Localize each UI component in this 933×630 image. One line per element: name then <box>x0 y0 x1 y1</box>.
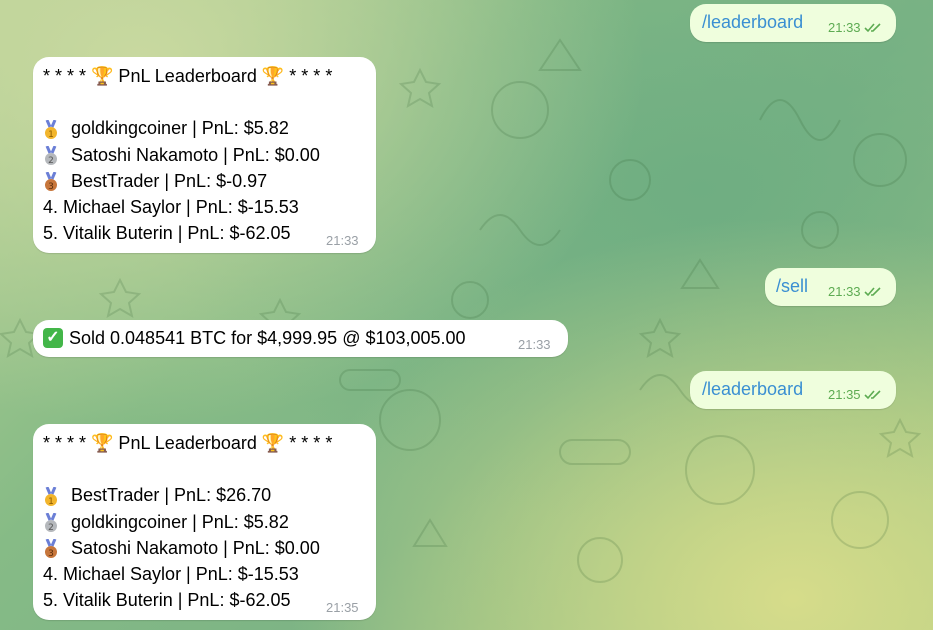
check-mark-icon: ✓ <box>43 328 63 349</box>
command-link[interactable]: /leaderboard <box>702 12 803 33</box>
gold-medal-icon: 1 <box>43 115 63 141</box>
leaderboard-row: 3 Satoshi Nakamoto | PnL: $0.00 <box>43 535 332 561</box>
outgoing-message-leaderboard-command[interactable]: /leaderboard 21:35 <box>690 371 896 409</box>
outgoing-message-leaderboard-command[interactable]: /leaderboard 21:33 <box>690 4 896 42</box>
incoming-message-sold[interactable]: ✓ Sold 0.048541 BTC for $4,999.95 @ $103,… <box>33 320 568 357</box>
message-timestamp: 21:33 <box>518 337 551 352</box>
leaderboard-row: 2 Satoshi Nakamoto | PnL: $0.00 <box>43 142 332 168</box>
leaderboard-row: 4. Michael Saylor | PnL: $-15.53 <box>43 564 299 585</box>
command-link[interactable]: /leaderboard <box>702 379 803 400</box>
read-checkmarks-icon <box>863 388 882 403</box>
command-link[interactable]: /sell <box>776 276 808 297</box>
sold-line: ✓ Sold 0.048541 BTC for $4,999.95 @ $103,… <box>43 325 466 351</box>
silver-medal-icon: 2 <box>43 142 63 168</box>
leaderboard-row: 1 BestTrader | PnL: $26.70 <box>43 482 332 508</box>
leaderboard-row: 3 BestTrader | PnL: $-0.97 <box>43 168 332 194</box>
read-checkmarks-icon <box>863 285 882 300</box>
message-timestamp: 21:33 <box>326 233 359 248</box>
incoming-message-leaderboard[interactable]: * * * * 🏆 PnL Leaderboard 🏆 * * * * 1 Bes… <box>33 424 376 620</box>
svg-text:1: 1 <box>48 497 54 507</box>
message-timestamp: 21:33 <box>828 20 882 36</box>
svg-text:1: 1 <box>48 130 54 140</box>
incoming-message-leaderboard[interactable]: * * * * 🏆 PnL Leaderboard 🏆 * * * * 1 gol… <box>33 57 376 253</box>
svg-text:3: 3 <box>48 549 54 559</box>
leaderboard-row: 2 goldkingcoiner | PnL: $5.82 <box>43 509 332 535</box>
leaderboard-row: 5. Vitalik Buterin | PnL: $-62.05 <box>43 590 291 611</box>
read-checkmarks-icon <box>863 21 882 36</box>
silver-medal-icon: 2 <box>43 509 63 535</box>
message-timestamp: 21:33 <box>828 284 882 300</box>
leaderboard-row: 5. Vitalik Buterin | PnL: $-62.05 <box>43 223 291 244</box>
svg-text:2: 2 <box>48 156 54 166</box>
message-timestamp: 21:35 <box>326 600 359 615</box>
leaderboard-title: * * * * 🏆 PnL Leaderboard 🏆 * * * * <box>43 433 333 453</box>
message-timestamp: 21:35 <box>828 387 882 403</box>
bronze-medal-icon: 3 <box>43 168 63 194</box>
leaderboard-row: 4. Michael Saylor | PnL: $-15.53 <box>43 197 299 218</box>
svg-text:2: 2 <box>48 523 54 533</box>
gold-medal-icon: 1 <box>43 482 63 508</box>
leaderboard-row: 1 goldkingcoiner | PnL: $5.82 <box>43 115 332 141</box>
svg-text:3: 3 <box>48 182 54 192</box>
outgoing-message-sell-command[interactable]: /sell 21:33 <box>765 268 896 306</box>
leaderboard-title: * * * * 🏆 PnL Leaderboard 🏆 * * * * <box>43 66 333 86</box>
bronze-medal-icon: 3 <box>43 535 63 561</box>
